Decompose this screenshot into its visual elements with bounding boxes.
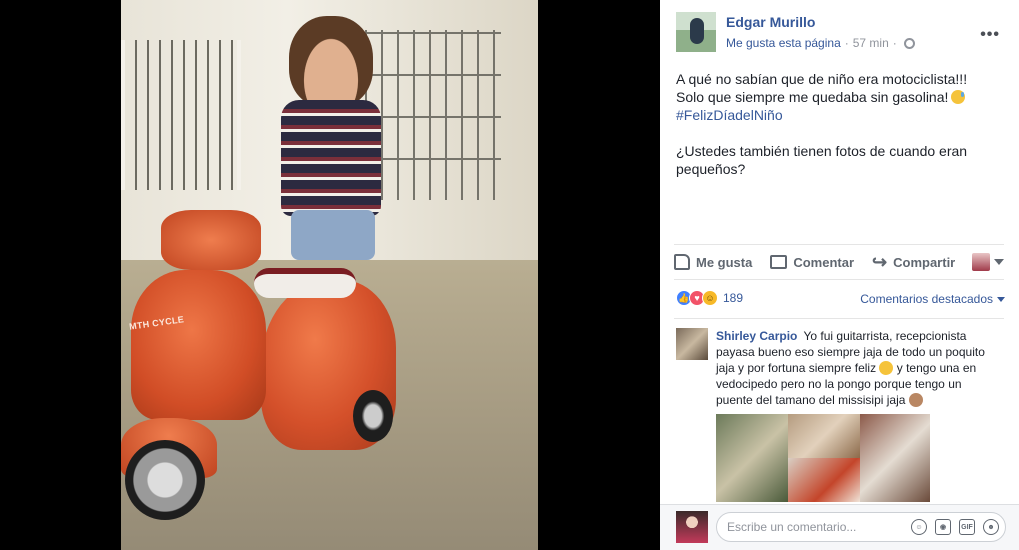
post-time[interactable]: 57 min <box>853 36 889 50</box>
current-user-avatar <box>676 511 708 543</box>
comment-bubble-icon <box>770 255 788 269</box>
photo-boy-shirt <box>281 100 381 216</box>
thumbs-up-icon <box>674 254 690 270</box>
haha-reaction-icon: ☺ <box>702 290 718 306</box>
photo-fence <box>121 40 241 190</box>
post-header: Edgar Murillo Me gusta esta página · 57 … <box>676 12 1006 56</box>
hashtag-link[interactable]: #FelizDíadelNiño <box>676 106 996 124</box>
photo-scooter-front <box>131 270 266 420</box>
author-avatar[interactable] <box>676 12 716 52</box>
reaction-count[interactable]: 189 <box>723 291 743 305</box>
post-text-line1: A qué no sabían que de niño era motocicl… <box>676 71 968 87</box>
post-photo[interactable]: MTH CYCLE <box>121 0 538 550</box>
commenter-avatar[interactable] <box>676 328 708 360</box>
author-name[interactable]: Edgar Murillo <box>726 14 815 30</box>
comment-photo-4 <box>788 458 860 502</box>
comment-label: Comentar <box>793 254 855 270</box>
photo-viewer: MTH CYCLE <box>0 0 660 550</box>
meta-separator-2: · <box>892 36 897 50</box>
share-button[interactable]: ↪ Compartir <box>872 253 955 271</box>
comment-photo-collage[interactable] <box>716 414 930 502</box>
like-label: Me gusta <box>696 254 753 270</box>
globe-icon <box>903 37 915 49</box>
sticker-icon[interactable]: ☻ <box>983 519 999 535</box>
chevron-down-icon <box>994 259 1004 265</box>
comment-photo-1 <box>716 414 788 502</box>
reactions-summary[interactable]: 👍 ♥ ☺ 189 <box>676 290 743 306</box>
meta-separator: · <box>844 36 849 50</box>
post-side-panel: Edgar Murillo Me gusta esta página · 57 … <box>660 0 1019 550</box>
more-options-icon[interactable]: ••• <box>980 26 1000 44</box>
post-as-avatar <box>972 253 990 271</box>
photo-scooter-back-wheel <box>353 390 393 442</box>
comment-body: Shirley Carpio Yo fui guitarrista, recep… <box>716 328 988 408</box>
photo-scooter-seat <box>254 268 356 298</box>
photo-boy-shorts <box>291 210 375 260</box>
post-text-line2: Solo que siempre me quedaba sin gasolina… <box>676 89 949 105</box>
post-meta: Me gusta esta página · 57 min · <box>726 36 915 50</box>
comment-button[interactable]: Comentar <box>770 255 854 270</box>
monkey-emoji-icon <box>908 393 923 407</box>
action-bar: Me gusta Comentar ↪ Compartir <box>674 244 1004 280</box>
photo-scooter-handle <box>161 210 261 270</box>
comment-sort-label: Comentarios destacados <box>860 292 993 306</box>
like-button[interactable]: Me gusta <box>674 254 752 270</box>
post-question: ¿Ustedes también tienen fotos de cuando … <box>676 143 968 177</box>
divider <box>674 318 1004 319</box>
comment-photo-3 <box>860 414 930 502</box>
comment-photo-2 <box>788 414 860 458</box>
share-arrow-icon: ↪ <box>872 252 888 272</box>
comment-sort-dropdown[interactable]: Comentarios destacados <box>860 292 1005 306</box>
like-page-link[interactable]: Me gusta esta página <box>726 36 841 50</box>
camera-icon[interactable]: ◉ <box>935 519 951 535</box>
sort-chevron-down-icon <box>997 296 1005 302</box>
post-text: A qué no sabían que de niño era motocicl… <box>676 70 996 196</box>
composer-icons: ☺ ◉ GIF ☻ <box>911 519 999 535</box>
photo-scooter-wheel <box>125 440 205 520</box>
sweat-emoji-icon <box>951 90 966 104</box>
comment-composer: Escribe un comentario... ☺ ◉ GIF ☻ <box>660 504 1019 550</box>
emoji-icon[interactable]: ☺ <box>911 519 927 535</box>
commenter-name[interactable]: Shirley Carpio <box>716 329 797 343</box>
share-label: Compartir <box>893 254 956 270</box>
smile-emoji-icon <box>879 361 894 375</box>
gif-icon[interactable]: GIF <box>959 519 975 535</box>
post-as-selector[interactable] <box>972 253 1004 271</box>
photo-boy-head <box>289 16 373 108</box>
